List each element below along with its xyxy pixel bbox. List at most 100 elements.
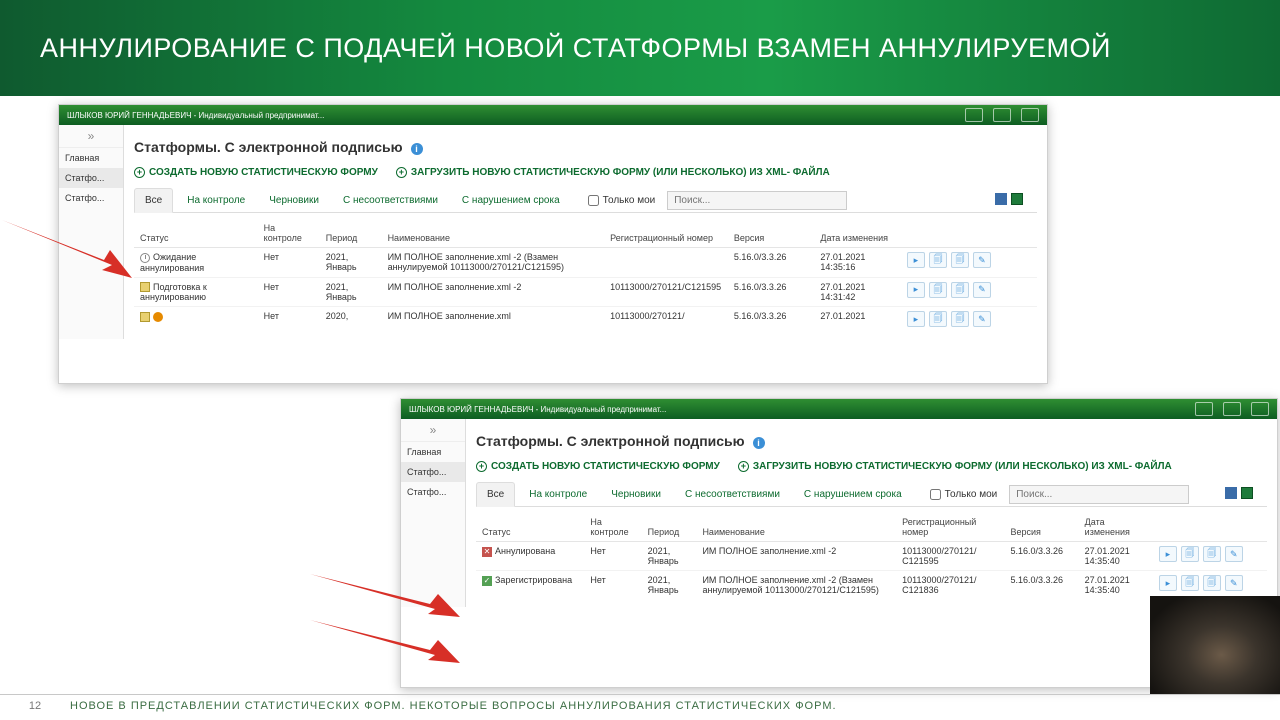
topbar-icon[interactable] [965,108,983,122]
tab-drafts[interactable]: Черновики [601,483,671,506]
row-action-btn[interactable]: ✎ [973,311,991,327]
export-excel-icon[interactable] [1011,193,1023,205]
cell-name: ИМ ПОЛНОЕ заполнение.xml -2 (Взамен анну… [696,571,896,600]
sidebar-collapse[interactable]: » [59,125,123,148]
col-changed[interactable]: Дата изменения [814,219,901,248]
row-action-btn[interactable]: ▸ [907,282,925,298]
status-ok-icon: ✓ [482,576,492,586]
search-input[interactable] [667,191,847,210]
row-action-btn[interactable]: 🗐 [1203,546,1221,562]
col-name[interactable]: Наименование [382,219,605,248]
create-form-link[interactable]: + СОЗДАТЬ НОВУЮ СТАТИСТИЧЕСКУЮ ФОРМУ [476,461,720,472]
cell-regno: 10113000/270121/С121836 [896,571,1004,600]
sidebar-item-main[interactable]: Главная [401,442,465,462]
cell-period: 2020, [320,307,382,332]
info-icon[interactable]: i [411,143,423,155]
row-action-btn[interactable]: 🗐 [951,311,969,327]
sidebar-item-statfo-2[interactable]: Статфо... [401,482,465,502]
row-action-btn[interactable]: ▸ [907,311,925,327]
table-row[interactable]: Нет2020,ИМ ПОЛНОЕ заполнение.xml10113000… [134,307,1037,332]
row-action-btn[interactable]: 🗐 [1181,546,1199,562]
only-mine-checkbox[interactable]: Только мои [588,195,656,206]
cell-version: 5.16.0/3.3.26 [1005,571,1079,600]
row-action-btn[interactable]: ✎ [1225,546,1243,562]
sidebar-collapse[interactable]: » [401,419,465,442]
cell-version: 5.16.0/3.3.26 [1005,542,1079,571]
tab-all[interactable]: Все [476,482,515,507]
row-action-btn[interactable]: ✎ [973,252,991,268]
sidebar-item-statfo-1[interactable]: Статфо... [401,462,465,482]
cell-period: 2021, Январь [320,248,382,278]
create-form-link[interactable]: + СОЗДАТЬ НОВУЮ СТАТИСТИЧЕСКУЮ ФОРМУ [134,167,378,178]
col-version[interactable]: Версия [1005,513,1079,542]
info-icon[interactable]: i [753,437,765,449]
col-regno[interactable]: Регистрационный номер [896,513,1004,542]
tab-overdue[interactable]: С нарушением срока [452,189,570,212]
sidebar-item-statfo-2[interactable]: Статфо... [59,188,123,208]
tab-on-control[interactable]: На контроле [519,483,597,506]
row-action-btn[interactable]: 🗐 [951,282,969,298]
topbar-icon[interactable] [1223,402,1241,416]
col-status[interactable]: Статус [134,219,258,248]
table-row[interactable]: Ожидание аннулированияНет2021, ЯнварьИМ … [134,248,1037,278]
only-mine-checkbox[interactable]: Только мои [930,489,998,500]
row-action-btn[interactable]: 🗐 [929,311,947,327]
row-action-btn[interactable]: ▸ [907,252,925,268]
app-topbar: ШЛЫКОВ ЮРИЙ ГЕННАДЬЕВИЧ - Индивидуальный… [59,105,1047,125]
tab-on-control[interactable]: На контроле [177,189,255,212]
col-name[interactable]: Наименование [696,513,896,542]
col-period[interactable]: Период [320,219,382,248]
col-changed[interactable]: Дата изменения [1079,513,1153,542]
row-action-btn[interactable]: 🗐 [1181,575,1199,591]
topbar-user: ШЛЫКОВ ЮРИЙ ГЕННАДЬЕВИЧ - Индивидуальный… [409,405,666,414]
cell-on-control: Нет [258,277,320,307]
cell-status: Ожидание аннулирования [134,248,258,278]
upload-form-link[interactable]: + ЗАГРУЗИТЬ НОВУЮ СТАТИСТИЧЕСКУЮ ФОРМУ (… [396,167,830,178]
statforms-table: Статус На контроле Период Наименование Р… [134,219,1037,331]
row-action-btn[interactable]: ✎ [1225,575,1243,591]
col-on-control[interactable]: На контроле [258,219,320,248]
cell-version: 5.16.0/3.3.26 [728,307,815,332]
sidebar-item-statfo-1[interactable]: Статфо... [59,168,123,188]
search-input[interactable] [1009,485,1189,504]
topbar-icon[interactable] [1021,108,1039,122]
cell-name: ИМ ПОЛНОЕ заполнение.xml -2 [696,542,896,571]
table-row[interactable]: ✕АннулированаНет2021, ЯнварьИМ ПОЛНОЕ за… [476,542,1267,571]
col-status[interactable]: Статус [476,513,584,542]
topbar-icon[interactable] [993,108,1011,122]
table-row[interactable]: Подготовка к аннулированиюНет2021, Январ… [134,277,1037,307]
upload-form-link[interactable]: + ЗАГРУЗИТЬ НОВУЮ СТАТИСТИЧЕСКУЮ ФОРМУ (… [738,461,1172,472]
status-warn-icon [153,312,163,322]
row-action-btn[interactable]: 🗐 [929,252,947,268]
tab-all[interactable]: Все [134,188,173,213]
tab-mismatch[interactable]: С несоответствиями [675,483,790,506]
tab-overdue[interactable]: С нарушением срока [794,483,912,506]
page-heading: Статформы. С электронной подписью i [134,139,1037,155]
app-panel-after: ШЛЫКОВ ЮРИЙ ГЕННАДЬЕВИЧ - Индивидуальный… [400,398,1278,688]
cell-status [134,307,258,332]
row-action-btn[interactable]: ✎ [973,282,991,298]
export-excel-icon[interactable] [1241,487,1253,499]
row-action-btn[interactable]: 🗐 [951,252,969,268]
row-action-btn[interactable]: ▸ [1159,546,1177,562]
table-row[interactable]: ✓ЗарегистрированаНет2021, ЯнварьИМ ПОЛНО… [476,571,1267,600]
topbar-icon[interactable] [1195,402,1213,416]
export-user-icon[interactable] [1225,487,1237,499]
sidebar-item-main[interactable]: Главная [59,148,123,168]
cell-on-control: Нет [258,248,320,278]
cell-changed: 27.01.2021 14:35:40 [1079,542,1153,571]
tab-drafts[interactable]: Черновики [259,189,329,212]
row-action-btn[interactable]: 🗐 [929,282,947,298]
row-action-btn[interactable]: 🗐 [1203,575,1221,591]
topbar-icon[interactable] [1251,402,1269,416]
export-user-icon[interactable] [995,193,1007,205]
tab-mismatch[interactable]: С несоответствиями [333,189,448,212]
cell-name: ИМ ПОЛНОЕ заполнение.xml -2 [382,277,605,307]
topbar-user: ШЛЫКОВ ЮРИЙ ГЕННАДЬЕВИЧ - Индивидуальный… [67,111,324,120]
row-actions: ▸🗐🗐✎ [1159,546,1261,562]
col-version[interactable]: Версия [728,219,815,248]
col-period[interactable]: Период [642,513,697,542]
col-regno[interactable]: Регистрационный номер [604,219,728,248]
row-action-btn[interactable]: ▸ [1159,575,1177,591]
col-on-control[interactable]: На контроле [584,513,641,542]
